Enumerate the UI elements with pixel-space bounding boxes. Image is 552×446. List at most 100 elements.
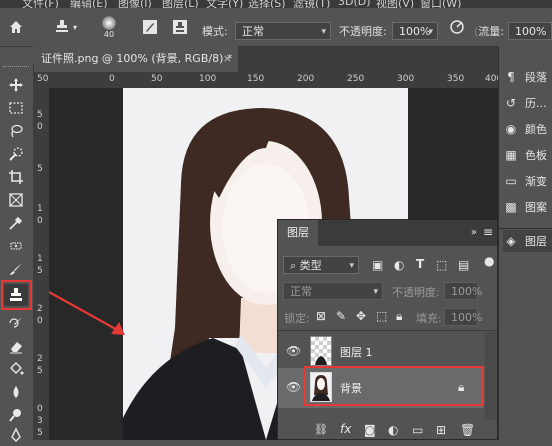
- mode-dropdown[interactable]: 正常 ▾: [235, 22, 331, 40]
- menu-file[interactable]: 文件(F): [22, 0, 59, 8]
- lock-image-icon[interactable]: ✎: [336, 309, 346, 323]
- history-panel-button[interactable]: ↺ 历...: [503, 92, 547, 114]
- menu-bar: 文件(F) 编辑(E) 图像(I) 图层(L) 文字(Y) 选择(S) 滤镜(T…: [0, 0, 552, 8]
- blur-tool-icon[interactable]: [4, 381, 28, 403]
- blend-mode-dropdown[interactable]: 正常 ▾: [283, 282, 383, 300]
- clone-source-icon[interactable]: [170, 15, 190, 39]
- pen-tool-icon[interactable]: [4, 424, 28, 446]
- fill-field[interactable]: 100%: [444, 308, 482, 326]
- eye-icon[interactable]: 👁︎: [286, 380, 301, 394]
- history-icon: ↺: [505, 96, 517, 110]
- panel-label: 历...: [525, 97, 547, 110]
- menu-layer[interactable]: 图层(L): [162, 0, 199, 8]
- tab-layers[interactable]: 图层: [278, 220, 318, 246]
- layers-scrollbar[interactable]: [485, 332, 497, 420]
- frame-tool-icon[interactable]: [4, 189, 28, 211]
- color-panel-button[interactable]: ◉ 颜色: [503, 118, 547, 140]
- panel-label: 图层: [525, 235, 547, 248]
- paragraph-panel-button[interactable]: ¶ 段落: [503, 66, 547, 88]
- menu-edit[interactable]: 编辑(E): [70, 0, 108, 8]
- opacity-label: 不透明度:: [339, 25, 387, 38]
- collapse-icon[interactable]: »: [471, 227, 477, 238]
- marquee-tool-icon[interactable]: [4, 97, 28, 119]
- layers-divider: [278, 330, 497, 331]
- lock-position-icon[interactable]: ✥: [356, 309, 366, 323]
- close-icon[interactable]: ×: [223, 46, 232, 72]
- filter-adjustment-icon[interactable]: ◐: [394, 258, 404, 272]
- flow-field[interactable]: 100%: [508, 22, 552, 40]
- filter-type-icon[interactable]: T: [416, 257, 424, 271]
- eye-icon[interactable]: 👁︎: [286, 344, 301, 358]
- brush-settings-icon[interactable]: [140, 15, 160, 39]
- panel-label: 颜色: [525, 123, 547, 136]
- dodge-tool-icon[interactable]: [4, 404, 28, 426]
- ruler-tick: 2: [37, 304, 43, 314]
- new-layer-icon[interactable]: ⊞: [436, 423, 446, 437]
- gradient-icon: ▭: [505, 174, 517, 188]
- layers-icon: ◈: [506, 234, 516, 248]
- menu-image[interactable]: 图像(I): [118, 0, 152, 8]
- panel-menu-icon[interactable]: ≡: [483, 225, 493, 239]
- healing-brush-tool-icon[interactable]: [4, 235, 28, 257]
- fill-value: 100%: [451, 311, 483, 324]
- ruler-tick: 5: [37, 428, 43, 438]
- filter-smart-object-icon[interactable]: ▤: [458, 258, 469, 272]
- panel-label: 渐变: [525, 175, 547, 188]
- layer-name[interactable]: 图层 1: [340, 344, 373, 360]
- document-tab-bar: 证件照.png @ 100% (背景, RGB/8) * ×: [33, 46, 498, 72]
- move-tool-icon[interactable]: [4, 74, 28, 96]
- filter-shape-icon[interactable]: ⬚: [436, 258, 447, 272]
- link-icon[interactable]: ⛓︎: [314, 423, 328, 436]
- group-icon[interactable]: ▭: [412, 423, 423, 437]
- lock-transparency-icon[interactable]: ⊠: [316, 309, 326, 323]
- adjustment-icon[interactable]: ◐: [388, 423, 398, 437]
- ruler-tick: 400: [485, 74, 498, 84]
- menu-view[interactable]: 视图(V): [376, 0, 414, 8]
- background-layer-highlight: [304, 366, 484, 406]
- menu-window[interactable]: 窗口(W): [420, 0, 461, 8]
- fill-label: 填充:: [416, 312, 442, 325]
- filter-pixel-icon[interactable]: ▣: [372, 258, 383, 272]
- opacity-value: 100%: [399, 25, 431, 38]
- gradient-panel-button[interactable]: ▭ 渐变: [503, 170, 547, 192]
- menu-select[interactable]: 选择(S): [248, 0, 286, 8]
- paint-bucket-tool-icon[interactable]: [4, 358, 28, 380]
- brush-tool-icon[interactable]: [4, 258, 28, 280]
- clone-stamp-preset-icon[interactable]: ▾: [50, 15, 80, 39]
- eraser-tool-icon[interactable]: [4, 335, 28, 357]
- lock-artboard-icon[interactable]: ⬚: [376, 309, 387, 323]
- patterns-icon: ▩: [505, 200, 517, 214]
- ruler-tick: 50: [37, 74, 49, 84]
- filter-toggle-icon[interactable]: ●: [484, 254, 494, 268]
- ruler-tick: 0: [109, 74, 115, 84]
- home-icon[interactable]: [4, 15, 28, 39]
- pressure-opacity-icon[interactable]: [446, 15, 468, 39]
- opacity-field[interactable]: 100% ▾: [392, 22, 438, 40]
- fx-icon[interactable]: fx: [340, 422, 351, 436]
- eyedropper-tool-icon[interactable]: [4, 212, 28, 234]
- layers-panel-button[interactable]: ◈ 图层: [503, 230, 552, 252]
- delete-icon[interactable]: 🗑︎: [460, 423, 475, 437]
- patterns-panel-button[interactable]: ▩ 图案: [503, 196, 547, 218]
- lock-all-icon[interactable]: 🔒︎: [396, 309, 402, 324]
- menu-filter[interactable]: 滤镜(T): [293, 0, 330, 8]
- lasso-tool-icon[interactable]: [4, 120, 28, 142]
- layers-panel: 图层 » ≡ ⌕ 类型 ▾ ▣ ◐ T ⬚ ▤ ● 正常 ▾ 不透明度: 100…: [277, 219, 498, 440]
- document-title: 证件照.png @ 100% (背景, RGB/8) *: [41, 52, 233, 65]
- quick-selection-tool-icon[interactable]: [4, 143, 28, 165]
- mask-icon[interactable]: ◙: [364, 423, 376, 437]
- layer-opacity-label: 不透明度:: [392, 286, 440, 299]
- menu-3d[interactable]: 3D(D): [338, 0, 371, 8]
- toolbar-grip[interactable]: [3, 66, 29, 70]
- layer-filter-dropdown[interactable]: ⌕ 类型 ▾: [283, 256, 359, 274]
- history-brush-tool-icon[interactable]: [4, 312, 28, 334]
- layer-opacity-field[interactable]: 100%: [444, 282, 482, 300]
- crop-tool-icon[interactable]: [4, 166, 28, 188]
- brush-size-picker[interactable]: 40: [92, 15, 126, 39]
- document-tab[interactable]: 证件照.png @ 100% (背景, RGB/8) * ×: [33, 46, 238, 72]
- ruler-tick: 5: [37, 110, 43, 120]
- ruler-tick: 0: [37, 216, 43, 226]
- ruler-tick: 3: [37, 416, 43, 426]
- menu-type[interactable]: 文字(Y): [206, 0, 243, 8]
- swatches-panel-button[interactable]: ▦ 色板: [503, 144, 547, 166]
